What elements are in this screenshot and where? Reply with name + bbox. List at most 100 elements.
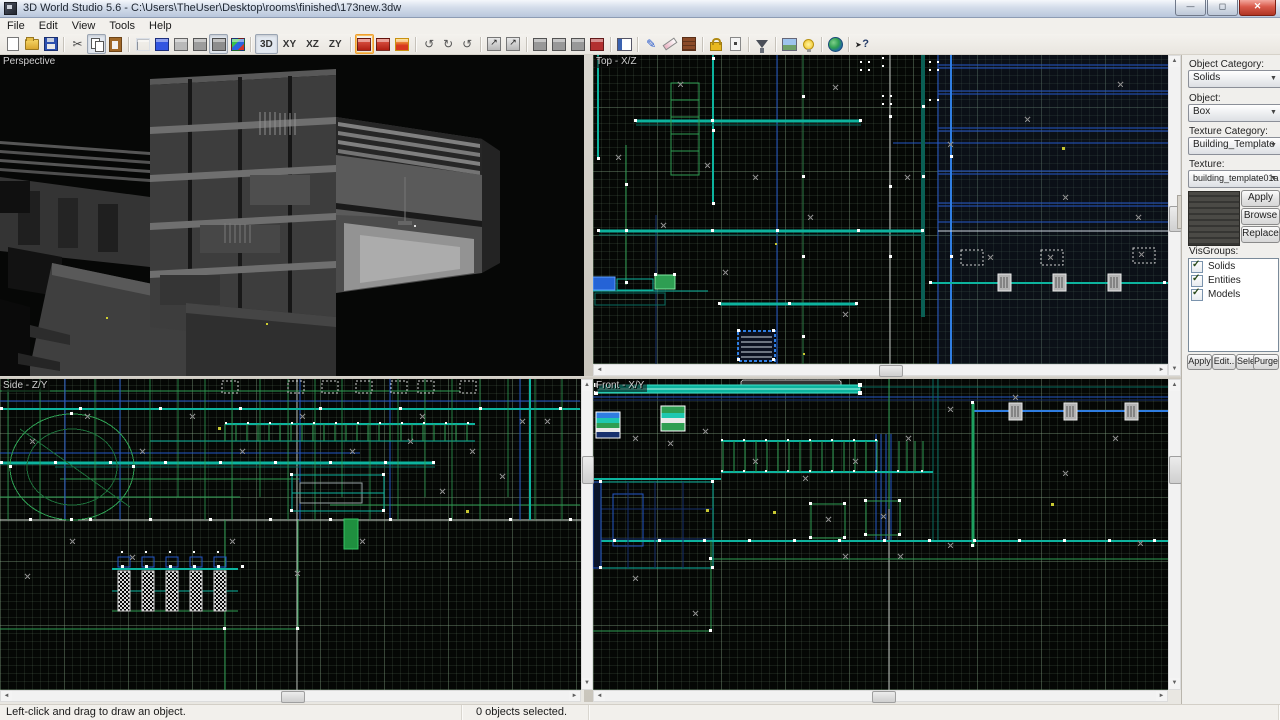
panel-toggle-button[interactable] (615, 34, 634, 54)
rotate-y-button[interactable]: ↻ (439, 34, 458, 54)
texture-preview[interactable] (1188, 191, 1240, 246)
view-xy-button[interactable]: XY (278, 34, 301, 54)
lighting-button[interactable] (799, 34, 818, 54)
viewport-side[interactable]: Side - Z/Y (0, 379, 581, 690)
subtract-button[interactable] (588, 34, 607, 54)
paste-button[interactable] (106, 34, 125, 54)
spotlight-button[interactable] (753, 34, 772, 54)
mirror-button[interactable] (504, 34, 523, 54)
new-file-button[interactable] (3, 34, 22, 54)
toolbar-separator (128, 37, 130, 52)
scroll-thumb[interactable] (879, 365, 903, 377)
scroll-up-button[interactable] (1169, 380, 1180, 391)
visgroups-apply-button[interactable]: Apply (1187, 354, 1212, 370)
menu-edit[interactable]: Edit (32, 19, 65, 33)
scroll-thumb[interactable] (281, 691, 305, 703)
texture-replace-button[interactable]: Replace (1241, 226, 1280, 243)
scroll-right-button[interactable] (569, 691, 580, 701)
wireframe-box-button[interactable] (133, 34, 152, 54)
maximize-button[interactable] (1207, 0, 1238, 16)
viewport-front[interactable]: Front - X/Y (593, 379, 1168, 690)
side-view-vscrollbar[interactable] (581, 379, 593, 690)
scroll-left-button[interactable] (594, 365, 605, 375)
viewport-perspective[interactable]: Perspective (0, 55, 584, 376)
textured-box-button[interactable] (190, 34, 209, 54)
window-title: 3D World Studio 5.6 - C:\Users\TheUser\D… (23, 2, 401, 14)
copy-button[interactable] (87, 34, 106, 54)
side-view-hscrollbar[interactable] (0, 690, 581, 702)
move-mode-button[interactable] (374, 34, 393, 54)
visgroup-row-entities[interactable]: Entities (1191, 274, 1278, 287)
viewport-splitter-vertical[interactable] (584, 55, 593, 376)
visgroups-edit-button[interactable]: Edit.. (1212, 354, 1236, 370)
open-folder-icon (25, 39, 39, 50)
scroll-thumb[interactable] (582, 456, 594, 484)
entity-button[interactable] (726, 34, 745, 54)
lock-button[interactable] (707, 34, 726, 54)
menu-help[interactable]: Help (142, 19, 179, 33)
context-help-button[interactable]: ? (853, 34, 872, 54)
minimize-button[interactable] (1175, 0, 1206, 16)
shaded-box-button[interactable] (171, 34, 190, 54)
run-map-button[interactable] (826, 34, 845, 54)
knife-icon (663, 38, 678, 51)
panel-collapse-handle[interactable] (1177, 195, 1182, 229)
menu-view[interactable]: View (65, 19, 103, 33)
texture-browse-button[interactable]: Browse (1241, 208, 1280, 225)
visgroup-row-models[interactable]: Models (1191, 288, 1278, 301)
title-bar[interactable]: 3D World Studio 5.6 - C:\Users\TheUser\D… (0, 0, 1280, 18)
carve-button[interactable] (531, 34, 550, 54)
rotate-z-button[interactable]: ↺ (458, 34, 477, 54)
visgroup-row-solids[interactable]: Solids (1191, 260, 1278, 273)
scroll-up-button[interactable] (1169, 56, 1180, 67)
lit-box-button[interactable] (209, 34, 228, 54)
top-view-hscrollbar[interactable] (593, 364, 1168, 376)
scroll-down-button[interactable] (582, 678, 592, 689)
solid-box-button[interactable] (152, 34, 171, 54)
front-view-wireframe (593, 379, 1168, 690)
hollow-button[interactable] (550, 34, 569, 54)
close-button[interactable] (1239, 0, 1276, 16)
scroll-down-button[interactable] (1169, 364, 1180, 375)
scroll-thumb[interactable] (872, 691, 896, 703)
checkbox-checked-icon[interactable] (1191, 261, 1203, 273)
rotate-icon: ↺ (424, 38, 434, 50)
screenshot-button[interactable] (780, 34, 799, 54)
flip-button[interactable] (485, 34, 504, 54)
scroll-right-button[interactable] (1156, 691, 1167, 701)
scale-mode-button[interactable] (393, 34, 412, 54)
open-file-button[interactable] (22, 34, 41, 54)
cut-button[interactable]: ✂ (68, 34, 87, 54)
checkbox-checked-icon[interactable] (1191, 289, 1203, 301)
texture-apply-button[interactable]: Apply (1241, 190, 1280, 207)
scroll-left-button[interactable] (1, 691, 12, 701)
front-view-vscrollbar[interactable] (1168, 379, 1181, 690)
scroll-left-button[interactable] (594, 691, 605, 701)
front-view-hscrollbar[interactable] (593, 690, 1168, 702)
color-mode-button[interactable] (228, 34, 247, 54)
view-xz-button[interactable]: XZ (301, 34, 324, 54)
save-button[interactable] (41, 34, 60, 54)
checkbox-checked-icon[interactable] (1191, 275, 1203, 287)
rotate-x-button[interactable]: ↺ (420, 34, 439, 54)
select-mode-button[interactable] (355, 34, 374, 54)
menu-file[interactable]: File (0, 19, 32, 33)
viewport-top[interactable]: Top - X/Z (593, 55, 1168, 364)
object-select[interactable]: Box (1188, 104, 1280, 122)
texture-category-select[interactable]: Building_Template (1188, 137, 1280, 155)
view-3d-button[interactable]: 3D (255, 34, 278, 54)
visgroups-list[interactable]: Solids Entities Models (1188, 258, 1279, 352)
scroll-down-button[interactable] (1169, 678, 1180, 689)
scroll-right-button[interactable] (1156, 365, 1167, 375)
visgroups-purge-button[interactable]: Purge (1253, 354, 1279, 370)
object-category-select[interactable]: Solids (1188, 70, 1280, 88)
scroll-up-button[interactable] (582, 380, 592, 391)
texture-select[interactable]: building_template01a (1188, 170, 1280, 188)
view-zy-button[interactable]: ZY (324, 34, 347, 54)
group-button[interactable] (569, 34, 588, 54)
menu-tools[interactable]: Tools (102, 19, 142, 33)
texture-tool-button[interactable] (680, 34, 699, 54)
clip-tool-button[interactable] (661, 34, 680, 54)
vertex-tool-button[interactable]: ✎ (642, 34, 661, 54)
toolbar-separator (63, 37, 65, 52)
